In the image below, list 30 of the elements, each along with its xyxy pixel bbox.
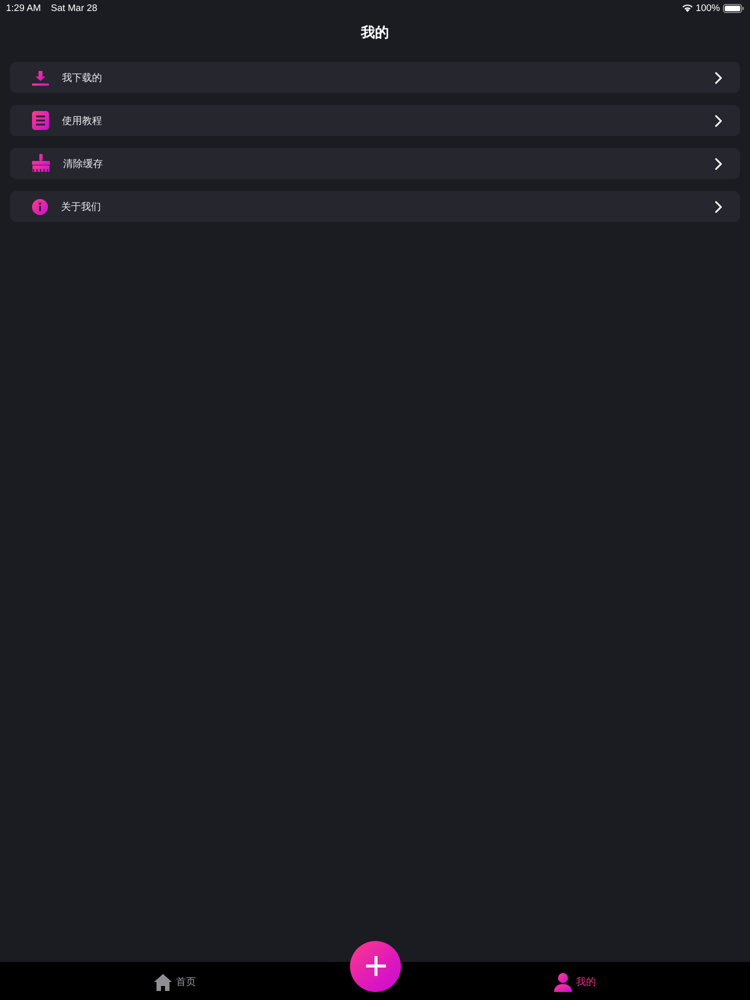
menu-label: 关于我们 <box>61 200 101 214</box>
status-time: 1:29 AM <box>6 2 41 14</box>
tab-label: 首页 <box>176 976 196 989</box>
tab-label: 我的 <box>576 976 596 989</box>
person-icon <box>554 972 572 992</box>
info-icon <box>32 198 48 214</box>
menu-row[interactable]: 关于我们 <box>10 191 740 222</box>
battery-percent: 100% <box>696 2 720 14</box>
download-icon <box>32 70 49 86</box>
chevron-right-icon <box>715 72 722 84</box>
menu-row[interactable]: 清除缓存 <box>10 148 740 179</box>
chevron-right-icon <box>715 158 722 170</box>
wifi-icon <box>682 4 693 12</box>
menu-label: 我下载的 <box>62 72 102 84</box>
home-icon <box>154 974 172 990</box>
tab-item[interactable]: 我的 <box>554 970 596 992</box>
menu-row[interactable]: 我下载的 <box>10 62 740 93</box>
plus-icon <box>366 956 386 976</box>
tab-item[interactable]: 首页 <box>154 972 196 990</box>
menu-label: 使用教程 <box>62 114 102 128</box>
chevron-right-icon <box>715 200 722 212</box>
broom-icon <box>32 154 50 174</box>
menu-label: 清除缓存 <box>63 158 103 170</box>
page-title: 我的 <box>361 24 389 42</box>
status-date: Sat Mar 28 <box>50 2 98 14</box>
menu-row[interactable]: 使用教程 <box>10 105 740 136</box>
chevron-right-icon <box>715 114 722 126</box>
document-icon <box>32 111 49 130</box>
add-button[interactable] <box>350 940 401 992</box>
battery-icon <box>723 4 744 12</box>
